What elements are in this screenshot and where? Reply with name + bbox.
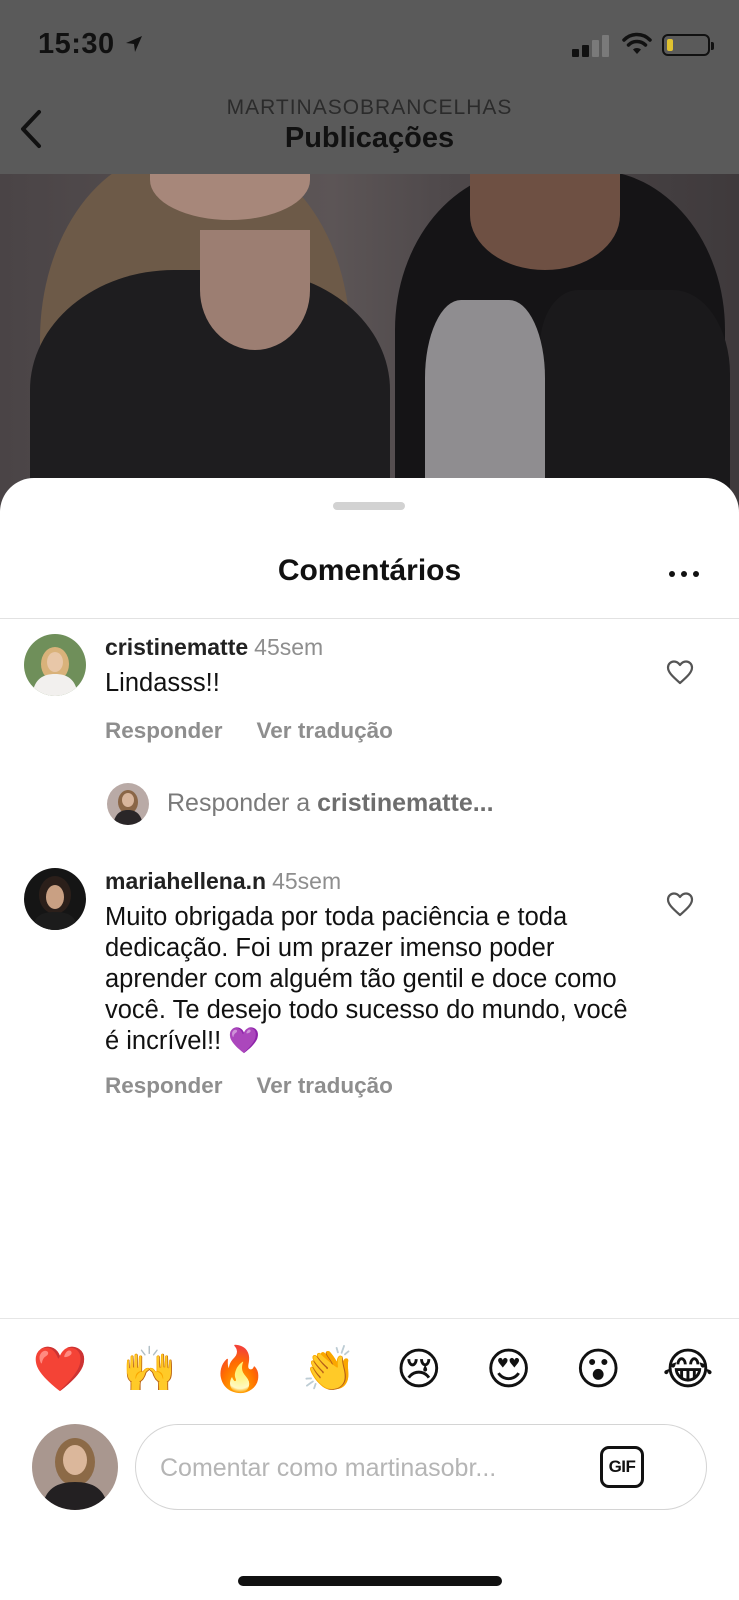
reply-username: cristinematte... [317, 789, 494, 817]
comments-sheet: Comentários cristinematte 45sem Lindasss!… [0, 478, 739, 1600]
divider [0, 618, 739, 619]
emoji-crying[interactable]: 😢 [393, 1344, 445, 1396]
comment-text: Lindasss!! [105, 669, 220, 697]
comment-time: 45sem [254, 634, 324, 660]
battery-icon [662, 34, 714, 56]
comment-time: 45sem [272, 868, 342, 894]
reply-prompt[interactable]: Responder a cristinematte... [107, 783, 667, 827]
more-icon [669, 571, 675, 577]
emoji-clap[interactable]: 👏 [302, 1344, 357, 1396]
heart-outline-icon[interactable] [666, 891, 694, 917]
more-button[interactable] [664, 554, 704, 594]
page-title: Publicações [284, 122, 455, 154]
comment-input-box[interactable]: GIF [135, 1424, 707, 1510]
gif-icon: GIF [608, 1457, 636, 1476]
status-bar: 15:30 [0, 0, 739, 88]
emoji-fire[interactable]: 🔥 [212, 1344, 267, 1396]
divider [0, 1318, 739, 1319]
translate-button[interactable]: Ver tradução [257, 1073, 393, 1099]
comment-username[interactable]: mariahellena.n [105, 868, 266, 894]
comment-composer: GIF [0, 1424, 739, 1514]
sheet-title: Comentários [277, 554, 462, 587]
comment-input[interactable] [160, 1449, 580, 1487]
comment-username[interactable]: cristinematte [105, 634, 248, 660]
comment-item: cristinematte 45sem Lindasss!! Responder … [0, 634, 739, 754]
heart-outline-icon[interactable] [666, 659, 694, 685]
wifi-icon [622, 32, 652, 54]
emoji-bar: ❤️ 🙌 🔥 👏 😢 😍 😮 😂 [33, 1344, 714, 1400]
reply-button[interactable]: Responder [105, 718, 223, 744]
avatar [107, 783, 149, 825]
my-avatar [32, 1424, 118, 1510]
avatar[interactable] [24, 634, 86, 696]
emoji-raised-hands[interactable]: 🙌 [122, 1344, 177, 1396]
top-nav: MARTINASOBRANCELHAS Publicações [0, 88, 739, 174]
gif-button[interactable]: GIF [600, 1446, 644, 1488]
home-indicator [238, 1576, 502, 1586]
reply-button[interactable]: Responder [105, 1073, 223, 1099]
location-arrow-icon [126, 36, 142, 52]
avatar[interactable] [24, 868, 86, 930]
status-time: 15:30 [38, 28, 115, 60]
emoji-laughing[interactable]: 😂 [662, 1344, 714, 1396]
emoji-surprised[interactable]: 😮 [572, 1344, 624, 1396]
comment-item: mariahellena.n 45sem Muito obrigada por t… [0, 868, 739, 1128]
comment-text: Muito obrigada por toda paciência e toda… [105, 903, 628, 1055]
translate-button[interactable]: Ver tradução [257, 718, 393, 744]
emoji-heart[interactable]: ❤️ [33, 1344, 88, 1396]
reply-prefix: Responder a [167, 789, 311, 817]
signal-icon [572, 35, 612, 57]
account-name: MARTINASOBRANCELHAS [226, 96, 513, 119]
emoji-heart-eyes[interactable]: 😍 [483, 1344, 535, 1396]
sheet-grabber[interactable] [333, 502, 405, 510]
